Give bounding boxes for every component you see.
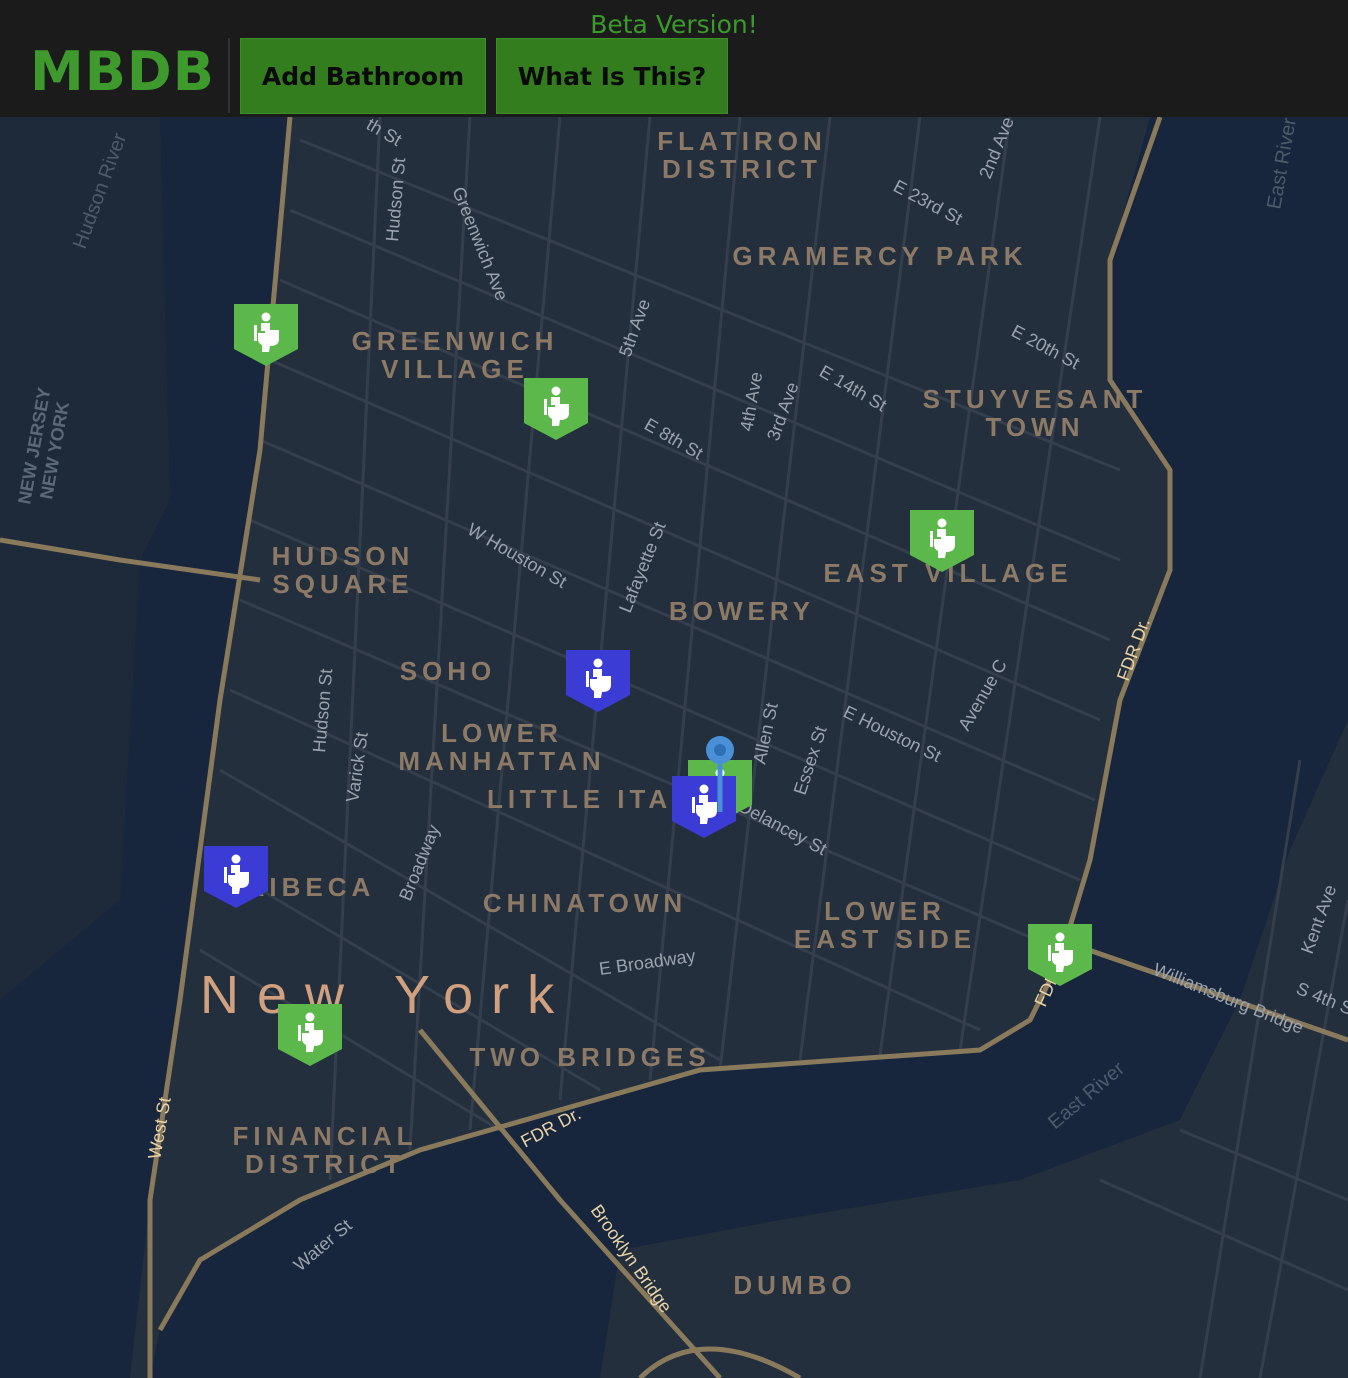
map-view[interactable]: Hudson River East River East River NEW J…: [0, 117, 1348, 1378]
district-label: DISTRICT: [245, 1149, 405, 1179]
district-label: EAST SIDE: [794, 924, 976, 954]
district-label: HUDSON: [272, 541, 415, 571]
district-label: LOWER: [441, 718, 563, 748]
app-logo[interactable]: MBDB: [30, 40, 215, 103]
district-label: TOWN: [986, 412, 1085, 442]
district-label: SQUARE: [272, 569, 413, 599]
top-bar: Beta Version! MBDB Add Bathroom What Is …: [0, 0, 1348, 117]
district-label: DUMBO: [733, 1270, 856, 1300]
district-label: SOHO: [400, 656, 497, 686]
district-label: BOWERY: [669, 596, 815, 626]
add-bathroom-button[interactable]: Add Bathroom: [240, 38, 486, 114]
district-label: GRAMERCY PARK: [732, 241, 1027, 271]
header-divider: [228, 38, 230, 113]
district-label: TWO BRIDGES: [469, 1042, 710, 1072]
district-label: FLATIRON: [657, 126, 827, 156]
what-is-this-button[interactable]: What Is This?: [496, 38, 728, 114]
city-label: New York: [200, 965, 572, 1025]
district-label: VILLAGE: [381, 354, 529, 384]
map-canvas[interactable]: Hudson River East River East River NEW J…: [0, 117, 1348, 1378]
district-label: MANHATTAN: [398, 746, 605, 776]
district-label: LOWER: [824, 896, 946, 926]
beta-banner: Beta Version!: [590, 10, 758, 39]
district-label: DISTRICT: [662, 154, 822, 184]
district-label: STUYVESANT: [923, 384, 1148, 414]
district-label: CHINATOWN: [483, 888, 687, 918]
district-label: GREENWICH: [352, 326, 559, 356]
district-label: FINANCIAL: [232, 1121, 417, 1151]
